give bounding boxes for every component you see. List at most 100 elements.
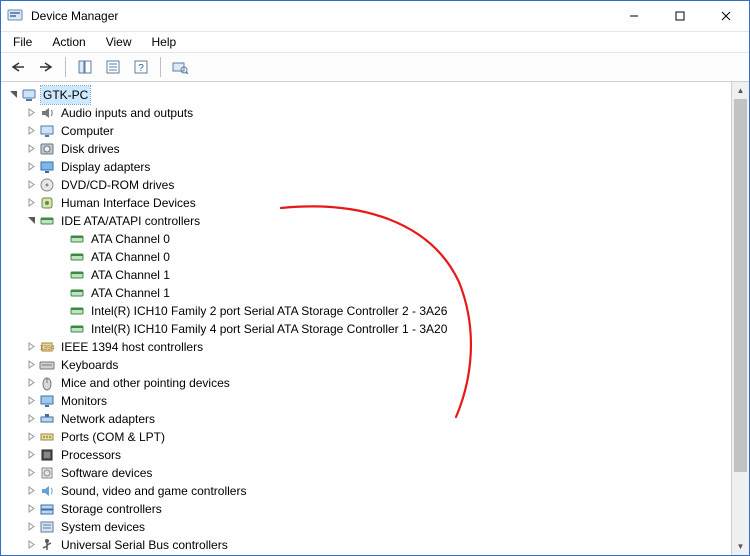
scroll-down-arrow[interactable]: ▼ <box>732 538 749 555</box>
maximize-button[interactable] <box>657 1 703 31</box>
toolbar: ? <box>1 53 749 82</box>
tree-category[interactable]: Mice and other pointing devices <box>5 374 749 392</box>
menu-view[interactable]: View <box>98 33 140 51</box>
cpu-icon <box>39 447 55 463</box>
expand-toggle[interactable] <box>25 466 37 478</box>
expand-toggle[interactable] <box>25 376 37 388</box>
tree-item-label: Processors <box>59 446 123 464</box>
tree-device[interactable]: ATA Channel 1 <box>5 266 749 284</box>
expand-toggle[interactable] <box>25 340 37 352</box>
tree-category[interactable]: Network adapters <box>5 410 749 428</box>
tree-item-label: ATA Channel 1 <box>89 266 172 284</box>
menu-action[interactable]: Action <box>44 33 93 51</box>
expand-toggle[interactable] <box>25 394 37 406</box>
tree-category[interactable]: System devices <box>5 518 749 536</box>
ide-icon <box>69 303 85 319</box>
back-button[interactable] <box>5 55 31 79</box>
expand-toggle[interactable] <box>25 160 37 172</box>
minimize-button[interactable] <box>611 1 657 31</box>
help-button[interactable]: ? <box>128 55 154 79</box>
tree-category[interactable]: Disk drives <box>5 140 749 158</box>
cd-icon <box>39 177 55 193</box>
tree-category[interactable]: Software devices <box>5 464 749 482</box>
tree-item-label: Network adapters <box>59 410 157 428</box>
forward-button[interactable] <box>33 55 59 79</box>
tree-item-label: ATA Channel 0 <box>89 230 172 248</box>
expand-toggle[interactable] <box>25 178 37 190</box>
computer-icon <box>21 87 37 103</box>
tree-category[interactable]: Keyboards <box>5 356 749 374</box>
expand-toggle[interactable] <box>25 106 37 118</box>
ide-icon <box>69 267 85 283</box>
display-icon <box>39 159 55 175</box>
tree-category[interactable]: DVD/CD-ROM drives <box>5 176 749 194</box>
app-icon <box>7 8 23 24</box>
tree-category[interactable]: Human Interface Devices <box>5 194 749 212</box>
tree-item-label: Ports (COM & LPT) <box>59 428 167 446</box>
tree-device[interactable]: ATA Channel 1 <box>5 284 749 302</box>
tree-device[interactable]: ATA Channel 0 <box>5 230 749 248</box>
tree-category[interactable]: Ports (COM & LPT) <box>5 428 749 446</box>
client-area: GTK-PCAudio inputs and outputsComputerDi… <box>1 82 749 555</box>
device-manager-window: Device Manager File Action View Help <box>0 0 750 556</box>
show-hide-tree-button[interactable] <box>72 55 98 79</box>
monitor-icon <box>39 123 55 139</box>
expand-toggle[interactable] <box>25 196 37 208</box>
tree-item-label: Audio inputs and outputs <box>59 104 195 122</box>
device-tree[interactable]: GTK-PCAudio inputs and outputsComputerDi… <box>1 82 749 555</box>
tree-item-label: Software devices <box>59 464 154 482</box>
expand-toggle[interactable] <box>25 448 37 460</box>
tree-category[interactable]: Sound, video and game controllers <box>5 482 749 500</box>
expand-toggle[interactable] <box>25 520 37 532</box>
expand-toggle[interactable] <box>25 124 37 136</box>
menu-help[interactable]: Help <box>144 33 185 51</box>
collapse-toggle[interactable] <box>7 88 19 100</box>
tree-category[interactable]: 1394IEEE 1394 host controllers <box>5 338 749 356</box>
ide-icon <box>69 321 85 337</box>
scan-hardware-button[interactable] <box>167 55 193 79</box>
expand-toggle[interactable] <box>25 412 37 424</box>
tree-item-label: IDE ATA/ATAPI controllers <box>59 212 202 230</box>
ide-icon <box>69 285 85 301</box>
scroll-up-arrow[interactable]: ▲ <box>732 82 749 99</box>
scroll-track[interactable] <box>732 99 749 538</box>
properties-button[interactable] <box>100 55 126 79</box>
expand-toggle[interactable] <box>25 538 37 550</box>
tree-root[interactable]: GTK-PC <box>5 86 749 104</box>
tree-category[interactable]: Audio inputs and outputs <box>5 104 749 122</box>
tree-category[interactable]: Monitors <box>5 392 749 410</box>
tree-item-label: Human Interface Devices <box>59 194 198 212</box>
scroll-thumb[interactable] <box>734 99 747 472</box>
tree-item-label: DVD/CD-ROM drives <box>59 176 176 194</box>
tree-category[interactable]: Processors <box>5 446 749 464</box>
network-icon <box>39 411 55 427</box>
tree-item-label: Mice and other pointing devices <box>59 374 232 392</box>
ide-icon <box>39 213 55 229</box>
tree-device[interactable]: Intel(R) ICH10 Family 2 port Serial ATA … <box>5 302 749 320</box>
tree-category[interactable]: Universal Serial Bus controllers <box>5 536 749 554</box>
svg-text:1394: 1394 <box>39 345 55 352</box>
firewire-icon: 1394 <box>39 339 55 355</box>
storage-icon <box>39 501 55 517</box>
expand-toggle[interactable] <box>25 430 37 442</box>
tree-device[interactable]: ATA Channel 0 <box>5 248 749 266</box>
tree-category[interactable]: Storage controllers <box>5 500 749 518</box>
tree-category[interactable]: Display adapters <box>5 158 749 176</box>
tree-item-label: Keyboards <box>59 356 120 374</box>
close-button[interactable] <box>703 1 749 31</box>
collapse-toggle[interactable] <box>25 214 37 226</box>
tree-item-label: Computer <box>59 122 116 140</box>
menu-file[interactable]: File <box>5 33 40 51</box>
tree-item-label: Intel(R) ICH10 Family 4 port Serial ATA … <box>89 320 449 338</box>
tree-device[interactable]: Intel(R) ICH10 Family 4 port Serial ATA … <box>5 320 749 338</box>
speaker-icon <box>39 105 55 121</box>
expand-toggle[interactable] <box>25 502 37 514</box>
expand-toggle[interactable] <box>25 358 37 370</box>
vertical-scrollbar[interactable]: ▲ ▼ <box>731 82 749 555</box>
tree-category[interactable]: IDE ATA/ATAPI controllers <box>5 212 749 230</box>
tree-category[interactable]: Computer <box>5 122 749 140</box>
mouse-icon <box>39 375 55 391</box>
tree-item-label: Display adapters <box>59 158 152 176</box>
expand-toggle[interactable] <box>25 142 37 154</box>
expand-toggle[interactable] <box>25 484 37 496</box>
